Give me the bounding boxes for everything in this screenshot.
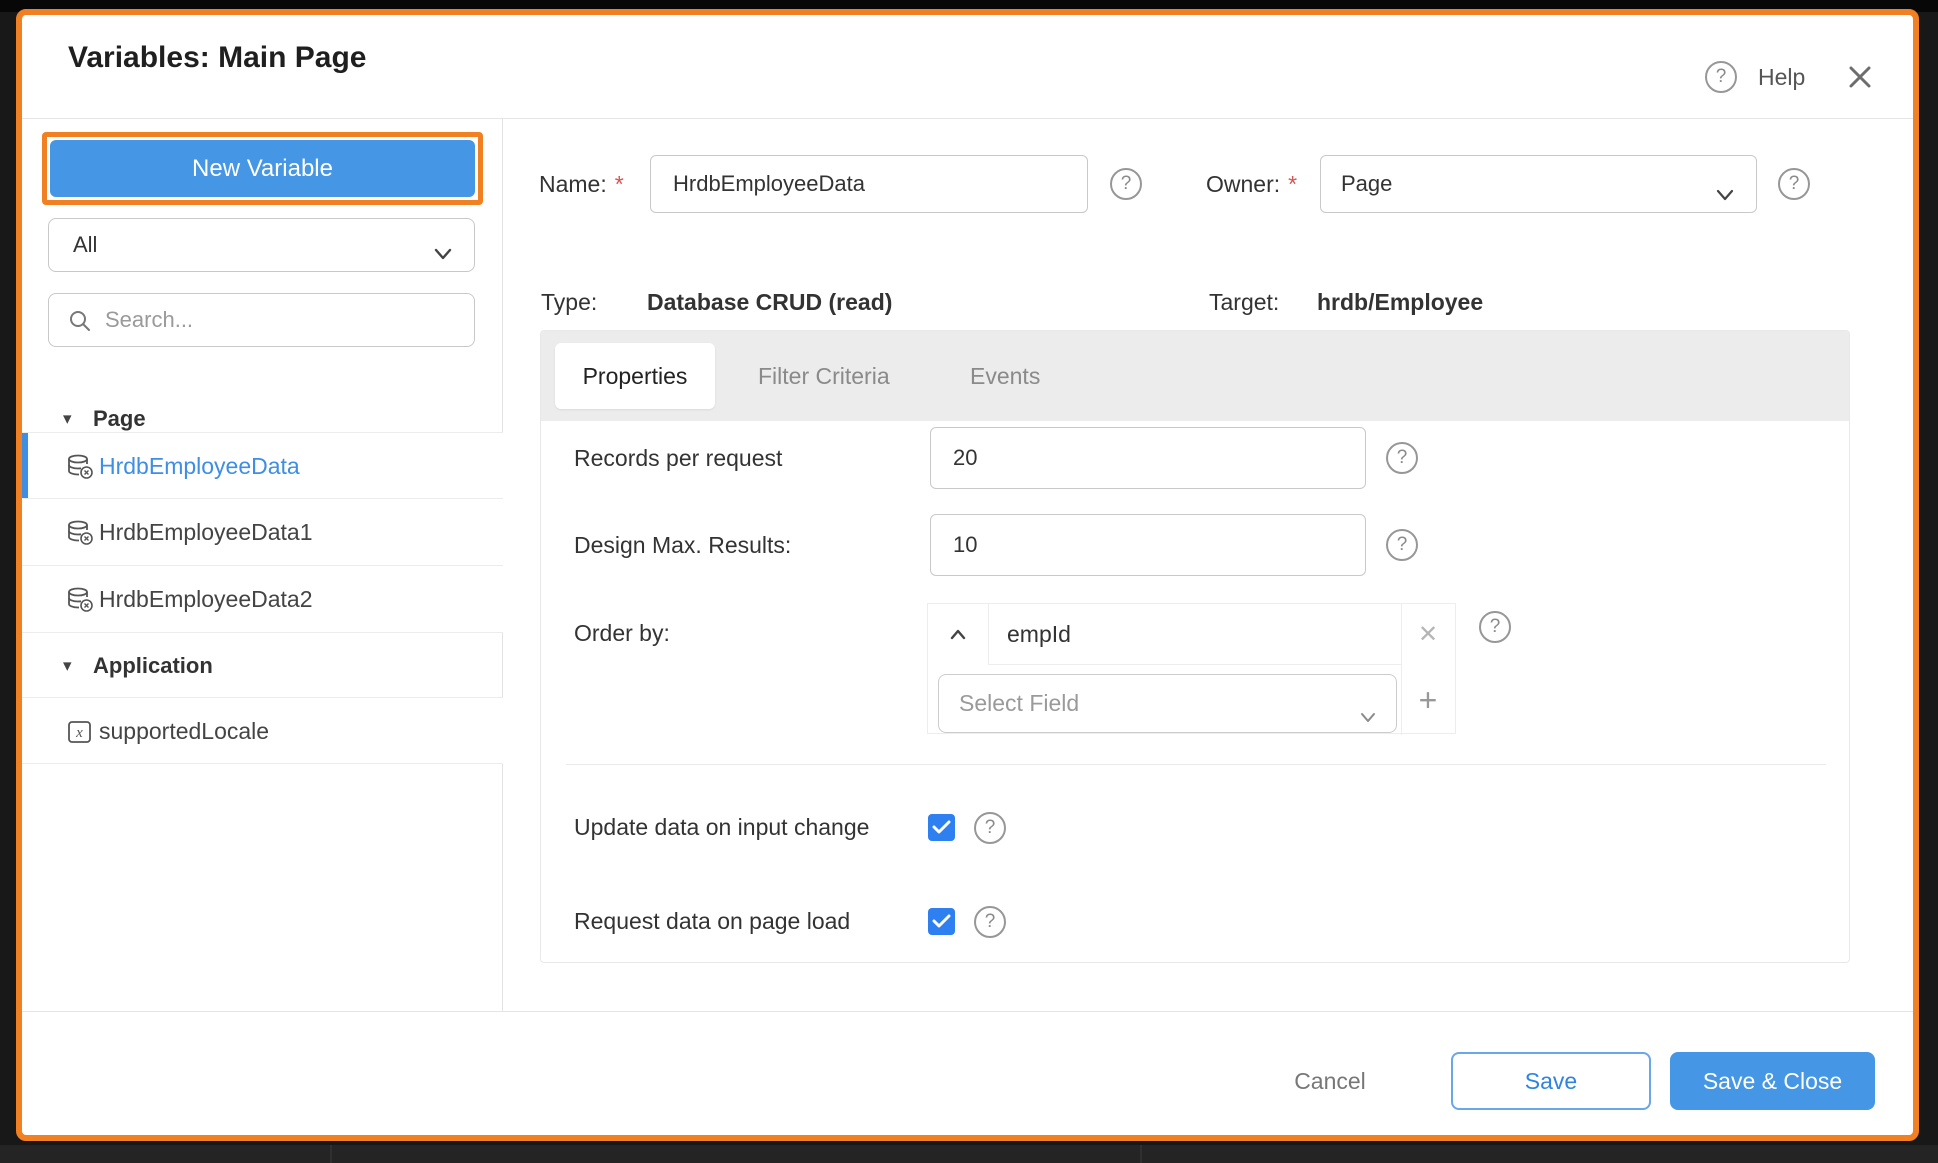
annotation-highlight: New Variable [42, 132, 483, 205]
svg-text:x: x [75, 725, 83, 741]
background-seam [330, 1145, 332, 1163]
tab-bar: Properties Filter Criteria Events [541, 331, 1849, 421]
request-on-load-checkbox[interactable] [928, 908, 955, 935]
variable-name-label: supportedLocale [99, 698, 269, 764]
background-page [0, 1145, 1938, 1163]
variables-dialog: Variables: Main Page ? Help New Variable… [16, 9, 1919, 1141]
name-input[interactable] [650, 155, 1088, 213]
search-input[interactable] [105, 295, 465, 345]
design-max-results-label: Design Max. Results: [574, 514, 791, 576]
required-asterisk: * [1288, 171, 1297, 197]
remove-order-field-icon[interactable]: ✕ [1401, 604, 1455, 665]
records-per-request-input[interactable] [930, 427, 1366, 489]
owner-select[interactable]: Page [1320, 155, 1757, 213]
name-help-icon[interactable]: ? [1110, 168, 1142, 200]
max-results-help-icon[interactable]: ? [1386, 529, 1418, 561]
variables-sidebar: New Variable All ▾ Page [22, 118, 503, 1011]
section-label: Application [93, 647, 213, 685]
target-label: Target: [1209, 282, 1279, 322]
variable-name-label: HrdbEmployeeData [99, 433, 300, 499]
collapse-caret-icon[interactable] [928, 604, 989, 665]
close-icon[interactable] [1844, 61, 1876, 93]
design-max-results-input[interactable] [930, 514, 1366, 576]
sidebar-item-supportedlocale[interactable]: x supportedLocale [22, 697, 503, 764]
cancel-button[interactable]: Cancel [1270, 1052, 1390, 1110]
variable-type-filter-select[interactable]: All [48, 218, 475, 272]
required-asterisk: * [615, 171, 624, 197]
tab-events[interactable]: Events [970, 331, 1040, 421]
owner-label: Owner:* [1206, 155, 1297, 213]
new-variable-button[interactable]: New Variable [50, 140, 475, 197]
sidebar-item-hrdbemployeedata2[interactable]: HrdbEmployeeData2 [22, 566, 503, 633]
tab-properties[interactable]: Properties [555, 343, 715, 409]
records-help-icon[interactable]: ? [1386, 442, 1418, 474]
select-field-placeholder: Select Field [959, 690, 1079, 716]
search-icon [67, 308, 93, 334]
help-icon[interactable]: ? [1705, 61, 1737, 93]
sidebar-section-application[interactable]: ▾ Application [22, 647, 503, 685]
properties-panel: Properties Filter Criteria Events Record… [540, 330, 1850, 963]
variable-search [48, 293, 475, 347]
chevron-down-icon [430, 234, 456, 286]
order-actions-column: ✕ + [1401, 604, 1455, 735]
update-on-change-help-icon[interactable]: ? [974, 812, 1006, 844]
name-label: Name:* [539, 155, 624, 213]
panel-divider [566, 764, 1826, 765]
dialog-title: Variables: Main Page [68, 41, 366, 75]
target-value: hrdb/Employee [1317, 282, 1483, 322]
save-and-close-button[interactable]: Save & Close [1670, 1052, 1875, 1110]
model-variable-icon: x [65, 717, 95, 747]
database-variable-icon [65, 452, 95, 482]
records-per-request-label: Records per request [574, 427, 782, 489]
database-variable-icon [65, 585, 95, 615]
sidebar-item-hrdbemployeedata[interactable]: HrdbEmployeeData [22, 432, 503, 499]
select-field-dropdown[interactable]: Select Field [938, 674, 1397, 733]
type-label: Type: [541, 282, 597, 322]
sidebar-item-hrdbemployeedata1[interactable]: HrdbEmployeeData1 [22, 499, 503, 566]
request-on-load-help-icon[interactable]: ? [974, 906, 1006, 938]
variable-name-label: HrdbEmployeeData1 [99, 499, 313, 565]
order-by-help-icon[interactable]: ? [1479, 611, 1511, 643]
save-button[interactable]: Save [1451, 1052, 1651, 1110]
help-link[interactable]: Help [1758, 61, 1805, 93]
update-on-change-label: Update data on input change [574, 803, 869, 851]
variable-type-filter-value: All [73, 232, 97, 257]
tab-filter-criteria[interactable]: Filter Criteria [758, 331, 890, 421]
add-order-field-icon[interactable]: + [1401, 665, 1455, 735]
order-field-value[interactable]: empId [989, 604, 1402, 665]
owner-select-value: Page [1341, 171, 1392, 196]
caret-down-icon: ▾ [63, 647, 72, 685]
update-on-change-checkbox[interactable] [928, 814, 955, 841]
background-seam [1140, 1145, 1142, 1163]
type-value: Database CRUD (read) [647, 282, 892, 322]
variable-name-label: HrdbEmployeeData2 [99, 566, 313, 632]
chevron-down-icon [1356, 693, 1380, 750]
footer-divider [22, 1011, 1913, 1012]
chevron-down-icon [1712, 173, 1738, 229]
database-variable-icon [65, 518, 95, 548]
order-by-editor: empId ✕ + Select Field [927, 603, 1456, 734]
request-on-load-label: Request data on page load [574, 897, 850, 945]
selected-indicator [22, 433, 28, 498]
owner-help-icon[interactable]: ? [1778, 168, 1810, 200]
order-by-label: Order by: [574, 603, 670, 664]
